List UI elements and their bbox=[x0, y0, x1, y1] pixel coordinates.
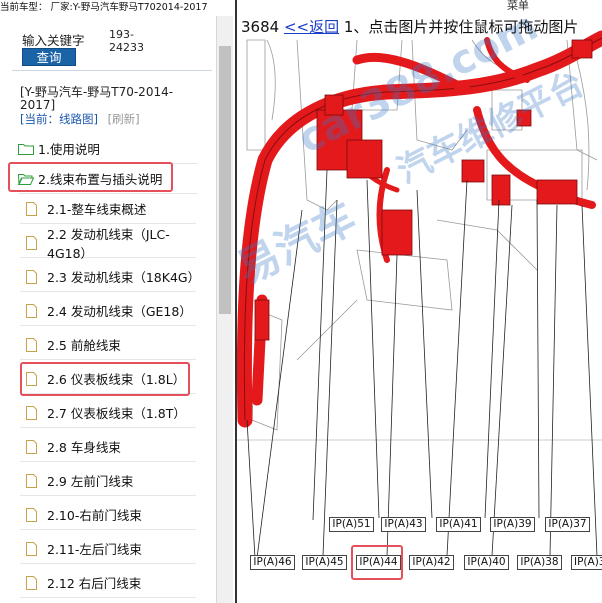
connector-label[interactable]: IP(A)38 bbox=[517, 555, 562, 570]
current-vehicle-bar: 当前车型： 厂家:Y-野马汽车野马T702014-2017 bbox=[0, 2, 208, 13]
connector-label[interactable]: IP(A)46 bbox=[250, 555, 295, 570]
current-row: [当前：线路图] [刷新] bbox=[20, 111, 140, 127]
document-icon bbox=[26, 541, 37, 556]
connector-label[interactable]: IP(A)40 bbox=[464, 555, 509, 570]
nav-item-label: 2.12 右后门线束 bbox=[47, 576, 142, 591]
document-icon bbox=[26, 337, 37, 352]
document-icon bbox=[26, 269, 37, 284]
nav-item-2-12[interactable]: 2.12 右后门线束 bbox=[20, 568, 196, 598]
sidebar: 输入关键字 193-24233 查询 [Y-野马汽车-野马T70-2014-20… bbox=[0, 16, 216, 603]
nav-item-2-8[interactable]: 2.8 车身线束 bbox=[20, 432, 196, 462]
connector-label[interactable]: IP(A)37 bbox=[545, 517, 590, 532]
scrollbar-thumb[interactable] bbox=[219, 46, 231, 314]
document-icon bbox=[26, 439, 37, 454]
connector-label[interactable]: IP(A)43 bbox=[381, 517, 426, 532]
connector-label[interactable]: IP(A)39 bbox=[490, 517, 535, 532]
sidebar-scrollbar[interactable] bbox=[216, 16, 233, 603]
nav-item-label: 2.11-左后门线束 bbox=[47, 542, 142, 557]
nav-item-label: 2.8 车身线束 bbox=[47, 440, 121, 455]
nav-item-2-2[interactable]: 2.2 发动机线束（JLC-4G18） bbox=[20, 227, 196, 261]
nav-item-2-5[interactable]: 2.5 前舱线束 bbox=[20, 330, 196, 360]
wire-harness bbox=[237, 30, 602, 428]
connector-label[interactable]: IP(A)51 bbox=[329, 517, 374, 532]
connector-label[interactable]: IP(A)36 bbox=[571, 555, 602, 570]
current-view-label: [当前：线路图] bbox=[20, 112, 98, 126]
keyword-input[interactable]: 193-24233 bbox=[109, 28, 149, 54]
document-icon bbox=[26, 303, 37, 318]
nav-item-label: 2.1-整车线束概述 bbox=[47, 202, 147, 217]
keyword-label: 输入关键字 bbox=[22, 33, 85, 48]
leader-lines bbox=[246, 169, 598, 559]
nav-item-label: 2.5 前舱线束 bbox=[47, 338, 121, 353]
connector-label[interactable]: IP(A)45 bbox=[302, 555, 347, 570]
nav-item-label: 2.9 左前门线束 bbox=[47, 474, 134, 489]
diagram-viewer[interactable]: car388.com 汽车维修平台 易汽车 菜单 3684 <<返回 1、点击图… bbox=[229, 0, 602, 603]
vehicle-title: [Y-野马汽车-野马T70-2014-2017] bbox=[20, 85, 174, 112]
instruction-text: 1、点击图片并按住鼠标可拖动图片 bbox=[343, 18, 579, 36]
divider bbox=[12, 70, 212, 71]
nav-item-2-7[interactable]: 2.7 仪表板线束（1.8T） bbox=[20, 398, 196, 428]
nav-item-2-1[interactable]: 2.1-整车线束概述 bbox=[20, 194, 196, 224]
page-number: 3684 bbox=[241, 18, 280, 36]
nav-item-label: 2.3 发动机线束（18K4G） bbox=[47, 270, 201, 285]
back-link[interactable]: <<返回 bbox=[284, 18, 339, 36]
connector-label[interactable]: IP(A)42 bbox=[409, 555, 454, 570]
nav-item-2-11[interactable]: 2.11-左后门线束 bbox=[20, 534, 196, 564]
nav-item-label: 2.2 发动机线束（JLC-4G18） bbox=[47, 226, 170, 261]
harness-diagram[interactable] bbox=[237, 0, 602, 603]
nav-item-2-10[interactable]: 2.10-右前门线束 bbox=[20, 500, 196, 530]
document-icon bbox=[26, 575, 37, 590]
refresh-link[interactable]: [刷新] bbox=[108, 112, 140, 126]
nav-item-label: 2.4 发动机线束（GE18） bbox=[47, 304, 192, 319]
query-button[interactable]: 查询 bbox=[22, 48, 76, 66]
nav-item-2-4[interactable]: 2.4 发动机线束（GE18） bbox=[20, 296, 196, 326]
nav-item-2-9[interactable]: 2.9 左前门线束 bbox=[20, 466, 196, 496]
nav-item-usage[interactable]: 1.使用说明 bbox=[18, 134, 198, 164]
highlight-box bbox=[351, 545, 403, 580]
nav-item-label: 2.7 仪表板线束（1.8T） bbox=[47, 406, 186, 421]
nav-item-label: 2.10-右前门线束 bbox=[47, 508, 142, 523]
document-icon bbox=[26, 235, 37, 250]
document-icon bbox=[26, 473, 37, 488]
nav-item-label: 1.使用说明 bbox=[38, 142, 100, 157]
document-icon bbox=[26, 405, 37, 420]
connector-label[interactable]: IP(A)41 bbox=[436, 517, 481, 532]
highlight-box bbox=[20, 362, 190, 396]
document-icon bbox=[26, 201, 37, 216]
viewer-header: 3684 <<返回 1、点击图片并按住鼠标可拖动图片 bbox=[241, 16, 578, 37]
menu-button[interactable]: 菜单 bbox=[507, 0, 529, 13]
highlight-box bbox=[8, 162, 173, 192]
document-icon bbox=[26, 507, 37, 522]
nav-item-2-3[interactable]: 2.3 发动机线束（18K4G） bbox=[20, 262, 201, 292]
folder-icon bbox=[18, 143, 34, 155]
